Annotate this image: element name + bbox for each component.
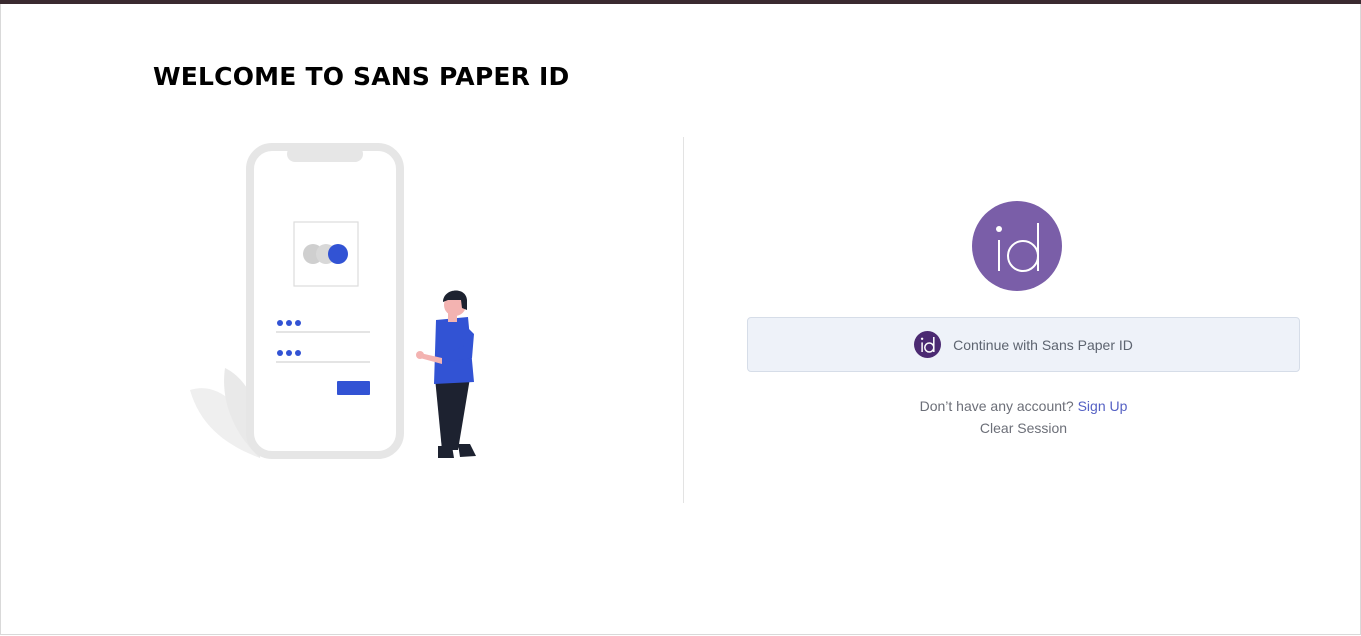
page-title: WELCOME TO SANS PAPER ID <box>153 62 570 91</box>
no-account-text: Don’t have any account? <box>919 398 1074 414</box>
sign-up-link[interactable]: Sign Up <box>1078 398 1128 414</box>
login-illustration <box>190 143 476 459</box>
id-logo-icon <box>914 331 942 358</box>
section-divider <box>683 137 684 503</box>
continue-with-sans-paper-id-button[interactable]: Continue with Sans Paper ID <box>747 317 1300 372</box>
id-logo-icon <box>996 223 1039 272</box>
clear-session-link[interactable]: Clear Session <box>747 420 1300 436</box>
sans-paper-id-logo <box>972 201 1062 291</box>
person-illustration <box>416 290 476 458</box>
continue-button-label: Continue with Sans Paper ID <box>953 336 1133 353</box>
phone-illustration <box>246 143 404 459</box>
signup-prompt: Don’t have any account? Sign Up <box>747 398 1300 414</box>
